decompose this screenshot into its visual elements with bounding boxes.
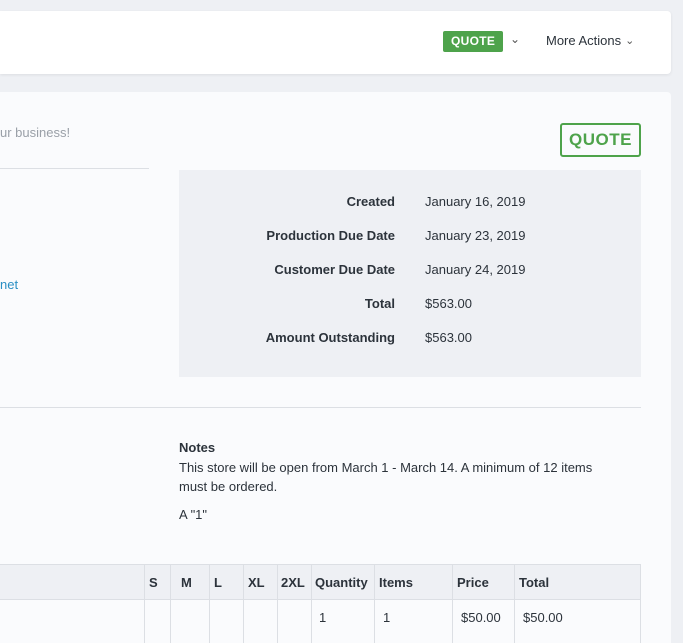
column-divider [374, 564, 375, 643]
summary-label: Created [346, 194, 395, 209]
summary-value: January 24, 2019 [425, 262, 526, 277]
summary-value: $563.00 [425, 330, 472, 345]
summary-box: Created January 16, 2019 Production Due … [179, 170, 641, 377]
column-divider [311, 564, 312, 643]
notes-title: Notes [179, 440, 216, 455]
status-chevron-down-icon[interactable]: ⌄ [510, 32, 520, 46]
cell-items: 1 [383, 610, 391, 625]
column-header-items: Items [379, 575, 413, 590]
cell-total: $50.00 [523, 610, 563, 625]
column-header-price: Price [457, 575, 489, 590]
chevron-down-icon: ⌄ [625, 34, 635, 47]
summary-row-production-due: Production Due Date January 23, 2019 [179, 226, 641, 246]
column-header-m: M [181, 575, 192, 590]
column-divider [209, 564, 210, 643]
column-header-l: L [214, 575, 222, 590]
cell-price: $50.00 [461, 610, 501, 625]
column-header-s: S [149, 575, 158, 590]
status-badge[interactable]: QUOTE [443, 31, 504, 52]
summary-value: January 16, 2019 [425, 194, 526, 209]
column-header-total: Total [519, 575, 550, 590]
column-header-quantity: Quantity [315, 575, 368, 590]
business-tagline: ur business! [0, 125, 71, 140]
section-divider [0, 407, 641, 408]
column-header-xl: XL [248, 575, 265, 590]
summary-value: $563.00 [425, 296, 472, 311]
summary-row-customer-due: Customer Due Date January 24, 2019 [179, 260, 641, 280]
column-divider [144, 564, 145, 643]
summary-label: Customer Due Date [274, 262, 395, 277]
notes-extra: A "1" [179, 507, 208, 522]
left-divider [0, 168, 149, 169]
summary-label: Amount Outstanding [265, 330, 395, 345]
summary-row-total: Total $563.00 [179, 294, 641, 314]
more-actions-button[interactable]: More Actions ⌄ [546, 31, 634, 49]
column-divider [277, 564, 278, 643]
summary-value: January 23, 2019 [425, 228, 526, 243]
column-divider [170, 564, 171, 643]
contact-link[interactable]: net [0, 277, 18, 292]
summary-row-amount-outstanding: Amount Outstanding $563.00 [179, 328, 641, 348]
summary-row-created: Created January 16, 2019 [179, 192, 641, 212]
column-header-2xl: 2XL [281, 575, 305, 590]
summary-label: Production Due Date [266, 228, 395, 243]
cell-quantity: 1 [319, 610, 327, 625]
quote-stamp: QUOTE [560, 123, 641, 157]
notes-body: This store will be open from March 1 - M… [179, 460, 593, 494]
summary-label: Total [364, 296, 395, 311]
column-divider [514, 564, 515, 643]
column-divider [243, 564, 244, 643]
column-divider [452, 564, 453, 643]
more-actions-label: More Actions [546, 32, 622, 48]
